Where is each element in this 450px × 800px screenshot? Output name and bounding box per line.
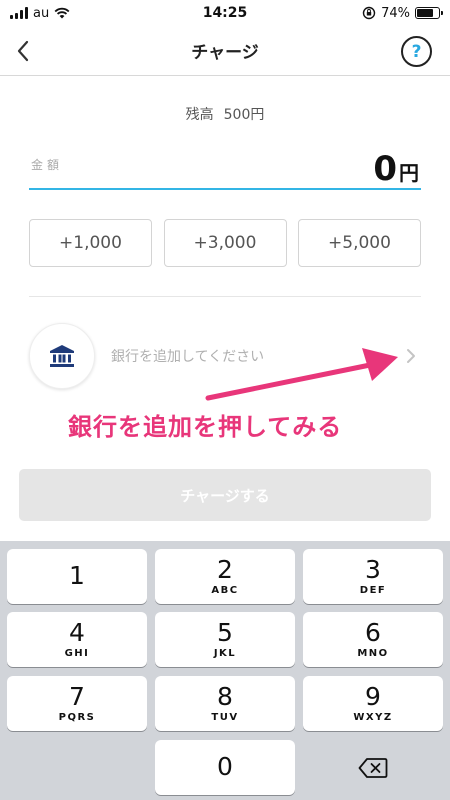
key-number: 9 bbox=[365, 682, 381, 712]
annotation-text: 銀行を追加を押してみる bbox=[68, 413, 343, 441]
key-9[interactable]: 9 WXYZ bbox=[303, 676, 443, 731]
balance: 残高 500円 bbox=[0, 104, 450, 124]
key-letters: WXYZ bbox=[353, 711, 393, 723]
rotation-lock-icon bbox=[362, 6, 376, 20]
help-button[interactable]: ? bbox=[401, 36, 432, 67]
numeric-keypad: 1 2 ABC 3 DEF 4 GHI 5 JKL 6 MNO 7 PQRS 8… bbox=[0, 541, 450, 800]
chevron-right-icon bbox=[401, 346, 421, 366]
key-letters: GHI bbox=[64, 647, 90, 659]
key-number: 4 bbox=[69, 618, 85, 648]
bank-icon-circle bbox=[29, 323, 95, 389]
key-0[interactable]: 0 bbox=[155, 740, 295, 795]
key-letters: MNO bbox=[357, 647, 389, 659]
key-number: 7 bbox=[69, 682, 85, 712]
add-1000-button[interactable]: +1,000 bbox=[29, 219, 152, 267]
delete-key-icon bbox=[358, 757, 388, 778]
key-letters: DEF bbox=[359, 584, 387, 596]
amount-unit: 円 bbox=[399, 161, 419, 185]
key-7[interactable]: 7 PQRS bbox=[7, 676, 147, 731]
key-number: 5 bbox=[217, 618, 233, 648]
battery-icon bbox=[415, 7, 443, 19]
amount-label: 金額 bbox=[31, 158, 64, 172]
wifi-icon bbox=[54, 7, 70, 19]
delete-key[interactable] bbox=[303, 740, 443, 795]
key-number: 6 bbox=[365, 618, 381, 648]
key-5[interactable]: 5 JKL bbox=[155, 612, 295, 667]
key-3[interactable]: 3 DEF bbox=[303, 549, 443, 604]
battery-percent: 74% bbox=[381, 5, 410, 21]
key-number: 1 bbox=[69, 560, 85, 590]
page-title: チャージ bbox=[191, 43, 259, 63]
carrier-label: au bbox=[33, 5, 50, 21]
amount-value: 0 円 bbox=[373, 152, 419, 186]
add-3000-button[interactable]: +3,000 bbox=[163, 219, 287, 267]
key-2[interactable]: 2 ABC bbox=[155, 549, 295, 604]
charge-button[interactable]: チャージする bbox=[19, 469, 431, 521]
amount-field[interactable]: 金額 0 円 bbox=[29, 150, 421, 190]
back-chevron-icon bbox=[17, 40, 29, 62]
nav-bar: チャージ ? bbox=[0, 26, 450, 76]
add-bank-row[interactable]: 銀行を追加してください bbox=[29, 322, 421, 390]
key-8[interactable]: 8 TUV bbox=[155, 676, 295, 731]
key-1[interactable]: 1 bbox=[7, 549, 147, 604]
bank-icon bbox=[50, 345, 74, 367]
balance-label: 残高 bbox=[185, 107, 214, 123]
key-number: 8 bbox=[217, 682, 233, 712]
status-left: au bbox=[10, 6, 70, 21]
add-5000-button[interactable]: +5,000 bbox=[298, 219, 421, 267]
key-letters: JKL bbox=[213, 647, 237, 659]
divider bbox=[29, 296, 421, 297]
key-6[interactable]: 6 MNO bbox=[303, 612, 443, 667]
status-right: 74% bbox=[362, 5, 443, 21]
key-letters: PQRS bbox=[58, 711, 96, 723]
add-bank-label: 銀行を追加してください bbox=[111, 349, 265, 365]
help-icon: ? bbox=[411, 41, 422, 62]
back-button[interactable] bbox=[8, 36, 38, 66]
key-number: 2 bbox=[217, 555, 233, 585]
key-4[interactable]: 4 GHI bbox=[7, 612, 147, 667]
key-number: 0 bbox=[217, 752, 233, 782]
status-bar: au 14:25 74% bbox=[0, 0, 450, 26]
amount-number: 0 bbox=[373, 149, 397, 189]
key-number: 3 bbox=[365, 555, 381, 585]
balance-value: 500円 bbox=[223, 107, 265, 123]
key-letters: ABC bbox=[211, 584, 239, 596]
signal-icon bbox=[10, 7, 28, 19]
key-letters: TUV bbox=[211, 711, 239, 723]
quick-add-row: +1,000 +3,000 +5,000 bbox=[29, 219, 421, 267]
